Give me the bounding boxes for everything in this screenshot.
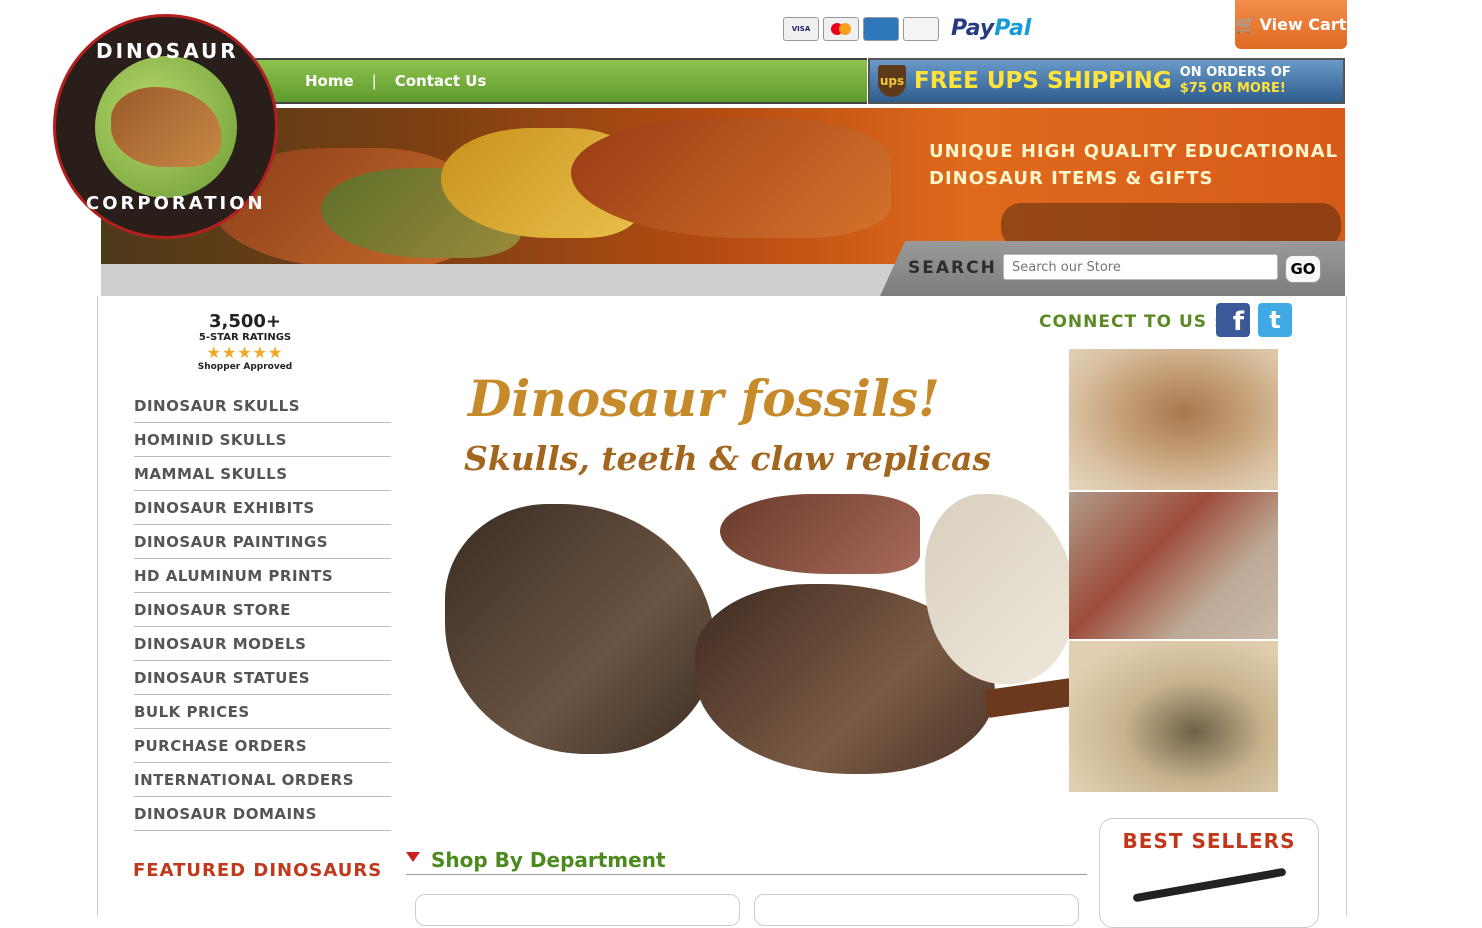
sidebar-item-dinosaur-exhibits[interactable]: DINOSAUR EXHIBITS — [134, 491, 391, 525]
department-card[interactable] — [754, 894, 1079, 926]
free-shipping-banner[interactable]: ups FREE UPS SHIPPING ON ORDERS OF $75 O… — [868, 58, 1345, 104]
search-input[interactable] — [1003, 254, 1278, 280]
trex-head-icon — [94, 55, 237, 198]
sidebar-nav: DINOSAUR SKULLS HOMINID SKULLS MAMMAL SK… — [134, 389, 391, 831]
department-card[interactable] — [415, 894, 740, 926]
rating-label: 5-STAR RATINGS — [198, 332, 292, 343]
sidebar-item-hd-aluminum-prints[interactable]: HD ALUMINUM PRINTS — [134, 559, 391, 593]
view-cart-button[interactable]: 🛒 View Cart — [1235, 0, 1347, 49]
featured-dinosaurs-heading: FEATURED DINOSAURS — [133, 860, 383, 881]
sidebar-item-dinosaur-models[interactable]: DINOSAUR MODELS — [134, 627, 391, 661]
trex-skull-icon — [445, 504, 715, 754]
discover-card-icon — [903, 16, 939, 41]
sidebar-item-dinosaur-store[interactable]: DINOSAUR STORE — [134, 593, 391, 627]
hero-banner: UNIQUE HIGH QUALITY EDUCATIONAL DINOSAUR… — [101, 108, 1345, 264]
sidebar-item-hominid-skulls[interactable]: HOMINID SKULLS — [134, 423, 391, 457]
sidebar-item-bulk-prices[interactable]: BULK PRICES — [134, 695, 391, 729]
facebook-icon[interactable]: f — [1216, 303, 1250, 337]
sidebar-item-international-orders[interactable]: INTERNATIONAL ORDERS — [134, 763, 391, 797]
ups-terms: ON ORDERS OF $75 OR MORE! — [1179, 65, 1291, 96]
best-sellers-panel: BEST SELLERS — [1099, 818, 1319, 928]
hero-title: Dinosaur fossils! — [468, 369, 940, 428]
paypal-logo: PayPal — [951, 16, 1032, 41]
plant-fossil-image[interactable] — [1069, 492, 1278, 639]
best-sellers-title: BEST SELLERS — [1122, 829, 1296, 853]
rating-count: 3,500+ — [208, 311, 282, 332]
search-go-button[interactable]: GO — [1285, 255, 1321, 283]
claw-icon — [720, 494, 920, 574]
sidebar-item-dinosaur-paintings[interactable]: DINOSAUR PAINTINGS — [134, 525, 391, 559]
sidebar-item-dinosaur-skulls[interactable]: DINOSAUR SKULLS — [134, 389, 391, 423]
sidebar-item-mammal-skulls[interactable]: MAMMAL SKULLS — [134, 457, 391, 491]
hero-subtitle: Skulls, teeth & claw replicas — [464, 439, 992, 478]
cart-icon: 🛒 — [1235, 15, 1256, 34]
shopper-approved-label: Shopper Approved — [197, 362, 293, 372]
nav-separator: | — [371, 72, 377, 90]
shop-by-department-title: Shop By Department — [431, 848, 666, 872]
triangle-down-icon — [406, 852, 420, 862]
logo-text-bottom: CORPORATION — [86, 193, 266, 214]
search-label: SEARCH — [908, 258, 997, 278]
product-thumbnail[interactable] — [1132, 867, 1287, 903]
star-rating-icon: ★★★★★ — [206, 343, 284, 362]
twitter-icon[interactable]: t — [1258, 303, 1292, 337]
trilobite-fossil-image[interactable] — [1069, 349, 1278, 490]
ups-logo-icon: ups — [878, 65, 906, 97]
amex-card-icon — [863, 16, 899, 41]
nav-contact-link[interactable]: Contact Us — [395, 72, 487, 90]
shop-by-department-heading: Shop By Department — [406, 848, 1087, 875]
nav-home-link[interactable]: Home — [305, 72, 354, 90]
mastercard-icon — [823, 16, 859, 41]
ups-headline: FREE UPS SHIPPING — [914, 68, 1172, 94]
sidebar-item-dinosaur-statues[interactable]: DINOSAUR STATUES — [134, 661, 391, 695]
payment-methods: VISA PayPal — [783, 16, 1031, 41]
fish-fossil-image[interactable] — [1069, 641, 1278, 792]
connect-label: CONNECT TO US : — [1039, 312, 1222, 332]
fossils-hero-image[interactable]: Dinosaur fossils! Skulls, teeth & claw r… — [440, 349, 1147, 792]
banner-tagline: UNIQUE HIGH QUALITY EDUCATIONAL DINOSAUR… — [929, 141, 1339, 189]
site-logo[interactable]: DINOSAUR CORPORATION — [53, 14, 278, 239]
sidebar-item-dinosaur-domains[interactable]: DINOSAUR DOMAINS — [134, 797, 391, 831]
visa-card-icon: VISA — [783, 16, 819, 41]
sidebar-item-purchase-orders[interactable]: PURCHASE ORDERS — [134, 729, 391, 763]
logo-text-top: DINOSAUR — [96, 39, 239, 63]
main-nav: Home | Contact Us — [255, 58, 867, 104]
view-cart-label: View Cart — [1259, 15, 1347, 34]
shopper-approved-badge[interactable]: 3,500+ 5-STAR RATINGS ★★★★★ Shopper Appr… — [170, 311, 320, 386]
